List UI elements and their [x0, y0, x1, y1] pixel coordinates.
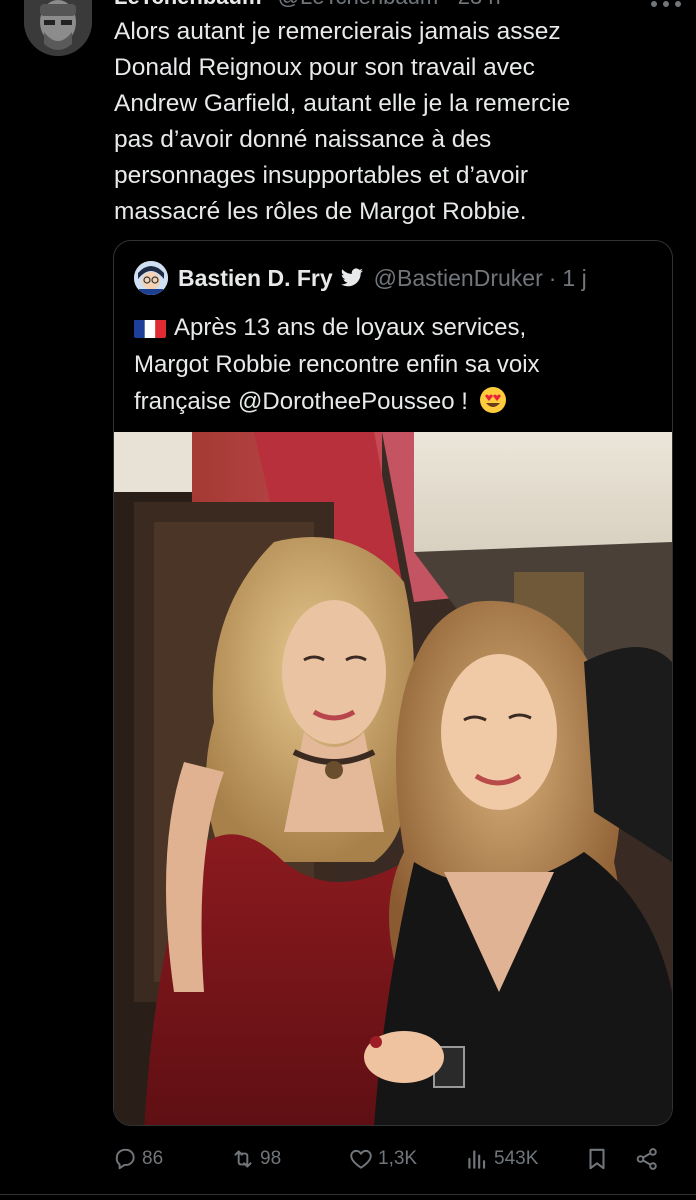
quoted-author-name[interactable]: Bastien D. Fry	[178, 265, 333, 292]
retweet-icon	[234, 1150, 252, 1168]
author-handle[interactable]: @LeTchenbaum · 23 h	[278, 0, 501, 9]
quoted-timestamp[interactable]: 1 j	[562, 265, 586, 292]
quoted-tweet-text: Après 13 ans de loyaux services, Margot …	[134, 309, 654, 420]
quoted-tweet-photo[interactable]	[114, 432, 672, 1125]
separator-dot: ·	[548, 264, 557, 291]
bookmark-button[interactable]	[584, 1146, 614, 1172]
like-count: 1,3K	[378, 1148, 418, 1169]
quoted-author-handle[interactable]: @BastienDruker	[374, 265, 543, 292]
divider	[0, 1194, 696, 1195]
photo-image	[114, 432, 672, 1125]
retweet-button[interactable]: 98	[230, 1146, 281, 1172]
bookmark-icon	[589, 1148, 605, 1170]
reply-button[interactable]: 86	[112, 1146, 163, 1172]
quoted-tweet[interactable]: Bastien D. Fry @BastienDruker · 1 j Aprè…	[113, 240, 673, 1126]
heart-eyes-emoji-icon	[479, 386, 507, 414]
more-dots-icon[interactable]	[648, 0, 684, 14]
retweet-count: 98	[260, 1148, 282, 1169]
views-button[interactable]: 543K	[464, 1146, 538, 1172]
like-button[interactable]: 1,3K	[348, 1146, 417, 1172]
quoted-text-line-1: Après 13 ans de loyaux services,	[134, 309, 654, 346]
author-name[interactable]: LeTchenbaum	[114, 0, 262, 9]
author-avatar-image	[24, 0, 92, 56]
share-button[interactable]	[634, 1146, 664, 1172]
quoted-text-line-2: Margot Robbie rencontre enfin sa voix	[134, 351, 540, 378]
quoted-text-line-3: française @DorotheePousseo !	[134, 383, 654, 420]
france-flag-icon	[134, 316, 166, 338]
tweet-header: LeTchenbaum @LeTchenbaum · 23 h	[114, 0, 501, 10]
reply-count: 86	[142, 1148, 164, 1169]
quoted-avatar-image	[134, 261, 168, 295]
tweet-action-bar: 86 98 1,3K 543K	[112, 1142, 672, 1178]
tweet-text: Alors autant je remercierais jamais asse…	[114, 18, 571, 225]
heart-icon	[350, 1149, 372, 1169]
share-icon	[636, 1148, 657, 1170]
twitter-bird-badge-icon	[340, 268, 363, 287]
author-avatar[interactable]	[24, 0, 92, 56]
speech-bubble-icon	[115, 1148, 135, 1170]
views-count: 543K	[494, 1148, 539, 1169]
quoted-tweet-header: Bastien D. Fry @BastienDruker · 1 j	[134, 259, 587, 297]
quoted-author-avatar[interactable]	[134, 261, 168, 295]
bar-chart-icon	[468, 1150, 486, 1169]
